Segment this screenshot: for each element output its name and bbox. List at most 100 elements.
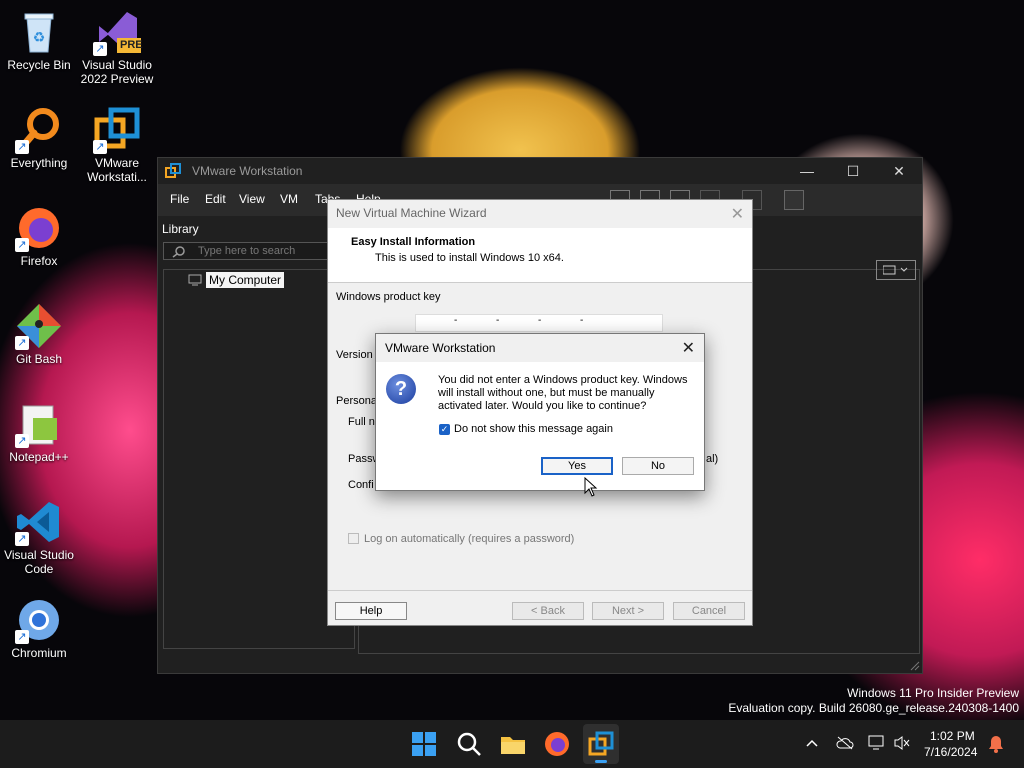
preview-badge: PRE (120, 39, 143, 51)
no-button[interactable]: No (622, 457, 694, 475)
wizard-subheading: This is used to install Windows 10 x64. (375, 252, 564, 264)
desktop-icon-vscode[interactable]: ↗ Visual Studio Code (0, 498, 82, 576)
clock-time[interactable]: 1:02 PM (930, 729, 975, 743)
taskbar-vmware-active[interactable] (583, 724, 619, 764)
wizard-header: Easy Install Information This is used to… (328, 228, 752, 283)
desktop-icon-firefox[interactable]: ↗ Firefox (0, 204, 82, 268)
desktop-icon-git-bash[interactable]: ↗ Git Bash (0, 302, 82, 366)
desktop-icon-visual-studio[interactable]: PRE ↗ Visual Studio 2022 Preview (74, 8, 160, 86)
search-placeholder: Type here to search (198, 245, 296, 257)
dont-show-label: Do not show this message again (454, 423, 613, 435)
desktop-icon-label: Recycle Bin (7, 58, 71, 72)
computer-icon (188, 274, 202, 286)
notepad-plus-plus-icon: ↗ (15, 400, 63, 448)
shortcut-arrow-icon: ↗ (93, 42, 107, 56)
clock-date[interactable]: 7/16/2024 (924, 745, 977, 759)
shortcut-arrow-icon: ↗ (15, 336, 29, 350)
product-key-input[interactable]: - - - - (415, 314, 663, 332)
notification-bell-icon[interactable] (988, 735, 1004, 753)
shortcut-arrow-icon: ↗ (15, 238, 29, 252)
desktop-icon-label: Visual Studio 2022 Preview (80, 58, 154, 86)
dialog-message: You did not enter a Windows product key.… (438, 374, 688, 412)
desktop-icon-label: VMware Workstati... (87, 156, 147, 184)
tree-item-my-computer[interactable]: My Computer (206, 272, 285, 288)
cloud-offline-icon[interactable] (836, 736, 854, 750)
mouse-cursor-icon (584, 477, 598, 497)
chromium-icon: ↗ (15, 596, 63, 644)
everything-search-icon: ↗ (15, 106, 63, 154)
personalize-label: Persona (336, 395, 377, 407)
toolbar-thumbnail-button[interactable] (784, 190, 804, 210)
wizard-heading: Easy Install Information (351, 236, 476, 248)
product-key-label: Windows product key (336, 291, 441, 303)
wizard-title: New Virtual Machine Wizard (336, 206, 487, 220)
autologon-label: Log on automatically (requires a passwor… (364, 533, 575, 545)
desktop-icon-vmware[interactable]: ↗ VMware Workstati... (74, 106, 160, 184)
menu-edit[interactable]: Edit (205, 192, 226, 206)
recycle-bin-icon: ♻ (15, 8, 63, 56)
watermark-line-2: Evaluation copy. Build 26080.ge_release.… (728, 701, 1019, 715)
minimize-button[interactable]: — (784, 158, 830, 184)
wizard-footer-divider (328, 590, 752, 591)
desktop-icon-notepadpp[interactable]: ↗ Notepad++ (0, 400, 82, 464)
wizard-close-button[interactable]: ✕ (731, 204, 744, 224)
svg-text:♻: ♻ (33, 29, 46, 45)
dialog-title: VMware Workstation (385, 341, 496, 355)
password-optional-label: al) (706, 453, 719, 465)
next-button[interactable]: Next > (592, 602, 664, 620)
visual-studio-preview-icon: PRE ↗ (93, 8, 143, 56)
close-button[interactable]: ✕ (876, 158, 922, 184)
shortcut-arrow-icon: ↗ (15, 532, 29, 546)
maximize-button[interactable]: ☐ (830, 158, 876, 184)
menu-vm[interactable]: VM (280, 192, 298, 206)
desktop-icon-label: Visual Studio Code (4, 548, 74, 576)
firefox-icon: ↗ (15, 204, 63, 252)
desktop-icon-everything[interactable]: ↗ Everything (0, 106, 82, 170)
yes-button[interactable]: Yes (541, 457, 613, 475)
chevron-up-icon[interactable] (805, 738, 819, 748)
file-explorer-icon[interactable] (499, 730, 527, 758)
taskbar: 1:02 PM 7/16/2024 (0, 720, 1024, 768)
desktop-icon-chromium[interactable]: ↗ Chromium (0, 596, 82, 660)
dialog-close-button[interactable]: ✕ (682, 338, 695, 358)
key-separator: - (538, 315, 542, 326)
menu-file[interactable]: File (170, 192, 189, 206)
active-indicator (595, 760, 607, 763)
menu-view[interactable]: View (239, 192, 265, 206)
network-icon[interactable] (868, 735, 886, 751)
dialog-body: ? You did not enter a Windows product ke… (376, 362, 704, 490)
shortcut-arrow-icon: ↗ (15, 140, 29, 154)
help-button[interactable]: Help (335, 602, 407, 620)
key-separator: - (454, 315, 458, 326)
library-search-input[interactable]: Type here to search (163, 242, 333, 260)
vmware-icon (165, 163, 181, 178)
dont-show-checkbox[interactable]: ✓ (439, 424, 450, 435)
desktop-icon-label: Everything (10, 156, 68, 170)
back-button[interactable]: < Back (512, 602, 584, 620)
shortcut-arrow-icon: ↗ (15, 630, 29, 644)
git-bash-icon: ↗ (15, 302, 63, 350)
chevron-down-icon (883, 265, 908, 275)
search-icon (172, 246, 185, 258)
vmware-titlebar[interactable]: VMware Workstation — ☐ ✕ (158, 158, 922, 184)
desktop-icon-label: Git Bash (15, 352, 63, 366)
desktop-icon-label: Chromium (11, 646, 67, 660)
vmware-icon: ↗ (93, 106, 141, 154)
start-icon[interactable] (410, 730, 438, 758)
search-icon[interactable] (455, 730, 483, 758)
resize-grip-icon[interactable] (910, 661, 920, 671)
question-icon: ? (386, 374, 416, 404)
autologon-checkbox[interactable] (348, 533, 359, 544)
key-separator: - (496, 315, 500, 326)
firefox-icon[interactable] (543, 730, 571, 758)
key-separator: - (580, 315, 584, 326)
pane-options-dropdown[interactable] (876, 260, 916, 280)
desktop-icon-label: Firefox (20, 254, 58, 268)
window-title: VMware Workstation (192, 164, 303, 178)
cancel-button[interactable]: Cancel (673, 602, 745, 620)
desktop-icon-recycle-bin[interactable]: ♻ Recycle Bin (0, 8, 82, 72)
confirm-label: Confi (348, 479, 374, 491)
watermark-line-1: Windows 11 Pro Insider Preview (847, 686, 1019, 700)
library-title: Library (162, 222, 199, 236)
volume-muted-icon[interactable] (893, 735, 911, 751)
